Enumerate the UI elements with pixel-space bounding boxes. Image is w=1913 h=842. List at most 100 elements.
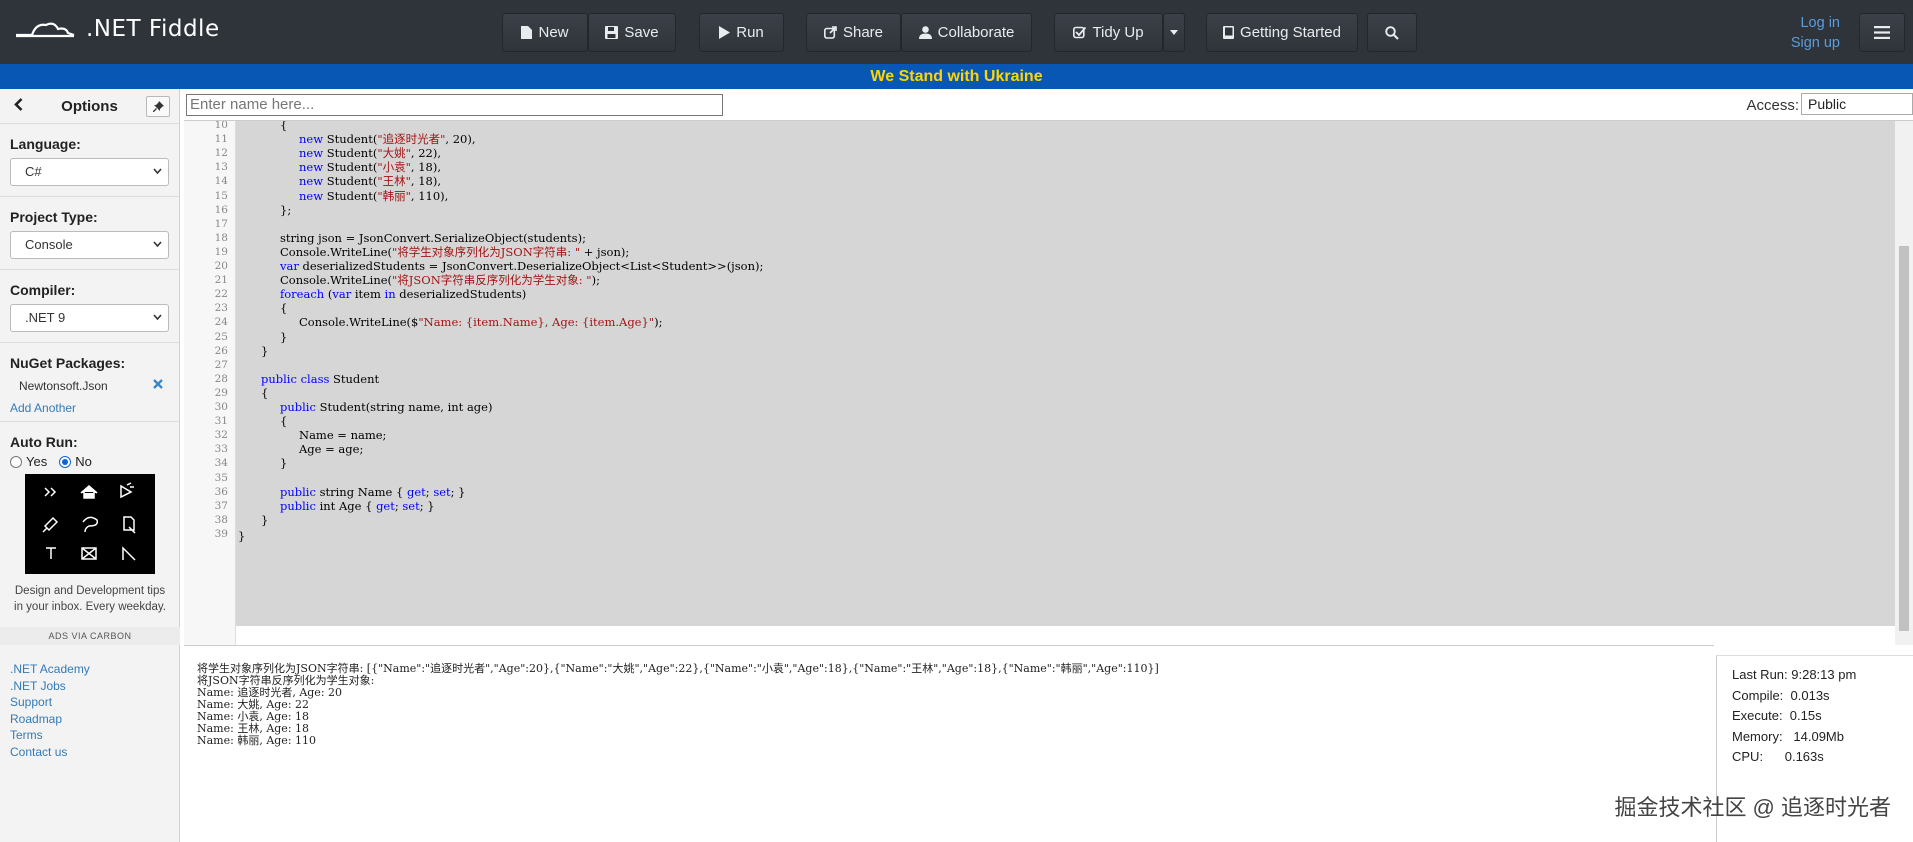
code-token: set — [402, 498, 420, 513]
fiddle-name-input[interactable]: Enter name here... — [186, 94, 723, 116]
code-token: }; — [280, 202, 292, 217]
code-token: ; } — [450, 484, 466, 499]
login-link[interactable]: Log in — [1791, 13, 1840, 33]
getting-started-button[interactable]: Getting Started — [1206, 13, 1358, 52]
code-line: foreach (var item in deserializedStudent… — [280, 286, 526, 303]
carbon-ad-text[interactable]: Design and Development tips in your inbo… — [0, 583, 180, 615]
search-button[interactable] — [1367, 13, 1417, 52]
code-line: } — [238, 528, 245, 545]
code-line: } — [261, 343, 268, 360]
ukraine-banner[interactable]: We Stand with Ukraine — [0, 64, 1913, 89]
footer-link-academy[interactable]: .NET Academy — [10, 661, 90, 678]
code-token: Student( — [323, 188, 378, 203]
pin-sidebar-button[interactable] — [146, 96, 170, 117]
code-token: get — [376, 498, 395, 513]
code-token: new — [299, 188, 324, 203]
share-button[interactable]: Share — [806, 13, 901, 52]
code-token: deserializedStudents = JsonConvert.Deser… — [298, 259, 764, 273]
output-line: Name: 韩丽, Age: 110 — [197, 734, 317, 747]
play-icon — [719, 26, 731, 39]
autorun-no-radio[interactable] — [59, 455, 72, 468]
code-token: , 22), — [410, 146, 441, 161]
chevron-down-icon — [153, 168, 162, 174]
code-token: var — [280, 259, 299, 273]
memory-stat: Memory: 14.09Mb — [1732, 728, 1844, 744]
auth-links: Log in Sign up — [1791, 13, 1840, 53]
user-icon — [918, 26, 932, 39]
footer-link-terms[interactable]: Terms — [10, 727, 90, 744]
footer-link-contact[interactable]: Contact us — [10, 744, 90, 761]
code-token: class — [300, 371, 330, 386]
access-select[interactable]: Public — [1801, 93, 1913, 115]
close-icon — [153, 379, 163, 389]
code-token: var — [332, 287, 352, 302]
top-navbar: .NET Fiddle New Save Run Share Collabora… — [0, 0, 1913, 64]
code-token: } — [261, 512, 269, 527]
code-token: { — [280, 414, 288, 429]
footer-link-support[interactable]: Support — [10, 694, 90, 711]
code-text-area[interactable]: {new Student("追逐时光者", 20), new Student("大… — [236, 121, 1895, 626]
ads-via-carbon-label[interactable]: ADS VIA CARBON — [0, 627, 180, 645]
output-line: Name: 小袁, Age: 18 — [197, 710, 310, 723]
cpu-stat: CPU: 0.163s — [1732, 749, 1824, 764]
cloud-logo-icon — [16, 22, 75, 38]
code-token: public — [280, 498, 316, 513]
pin-icon — [152, 101, 164, 112]
book-icon — [1223, 26, 1235, 39]
brand-logo[interactable]: .NET Fiddle — [14, 16, 220, 42]
run-button[interactable]: Run — [699, 13, 784, 52]
footer-links: .NET Academy .NET Jobs Support Roadmap T… — [10, 661, 90, 760]
compiler-select[interactable]: .NET 9 — [10, 304, 169, 332]
code-token: "Name: {item.Name}, Age: {item.Age}" — [418, 315, 655, 330]
output-line: Name: 追逐时光者, Age: 20 — [197, 686, 343, 699]
code-token: Student( — [323, 146, 378, 161]
code-token: , 18), — [410, 174, 441, 189]
code-token: } — [261, 343, 269, 358]
tidy-up-button[interactable]: Tidy Up — [1054, 13, 1163, 52]
code-editor[interactable]: 10 11 12 13 14 15 16 17 18 19 20 21 22 23 24 25 26 27 28 29… — [184, 120, 1913, 645]
code-line: }; — [280, 202, 291, 219]
fiddle-name-bar: Enter name here... Access: Public — [184, 89, 1913, 120]
footer-link-jobs[interactable]: .NET Jobs — [10, 678, 90, 695]
options-sidebar: Options Language: C# Project Type: Conso… — [0, 89, 180, 842]
current-line-highlight — [236, 626, 1895, 645]
output-line: 将JSON字符串反序列化为学生对象: — [197, 674, 375, 687]
code-token: public — [280, 484, 316, 499]
code-token: Age = age; — [299, 442, 364, 457]
add-another-package-link[interactable]: Add Another — [10, 401, 169, 415]
search-icon — [1385, 25, 1399, 40]
caret-down-icon — [1170, 30, 1178, 35]
code-line: new Student("韩丽", 110), — [299, 188, 448, 205]
line-number: 39 — [214, 527, 228, 540]
code-token: Name = name; — [299, 428, 387, 443]
hamburger-menu-button[interactable] — [1859, 13, 1905, 52]
new-button[interactable]: New — [502, 13, 588, 52]
line-number-gutter: 10 11 12 13 14 15 16 17 18 19 20 21 22 23 24 25 26 27 28 29… — [184, 121, 236, 645]
signup-link[interactable]: Sign up — [1791, 33, 1840, 53]
code-token: Student( — [323, 174, 378, 189]
save-button[interactable]: Save — [588, 13, 676, 52]
code-token: } — [238, 528, 246, 543]
last-run-stat: Last Run: 9:28:13 pm — [1732, 667, 1857, 682]
code-token: new — [299, 132, 324, 147]
editor-vertical-scrollbar[interactable] — [1895, 121, 1913, 645]
code-token: Student( — [323, 132, 378, 147]
code-token: , 20), — [445, 132, 476, 147]
code-token: Console.WriteLine( — [280, 273, 393, 288]
project-type-select[interactable]: Console — [10, 231, 169, 259]
carbon-ad-image[interactable] — [25, 474, 155, 574]
autorun-yes-radio[interactable] — [10, 455, 22, 468]
collaborate-button[interactable]: Collaborate — [901, 13, 1032, 52]
code-token: int Age { — [315, 498, 377, 513]
code-token: + json); — [580, 244, 630, 259]
footer-link-roadmap[interactable]: Roadmap — [10, 711, 90, 728]
share-icon — [823, 26, 837, 39]
remove-package-button[interactable] — [153, 378, 163, 392]
tidy-up-dropdown-button[interactable] — [1163, 13, 1185, 52]
hamburger-icon — [1874, 26, 1890, 39]
scrollbar-thumb[interactable] — [1899, 246, 1909, 631]
code-line: Console.WriteLine($"Name: {item.Name}, A… — [299, 314, 662, 331]
code-token: "韩丽" — [377, 188, 411, 203]
language-select[interactable]: C# — [10, 158, 169, 186]
code-token: Console.WriteLine($ — [299, 315, 419, 330]
